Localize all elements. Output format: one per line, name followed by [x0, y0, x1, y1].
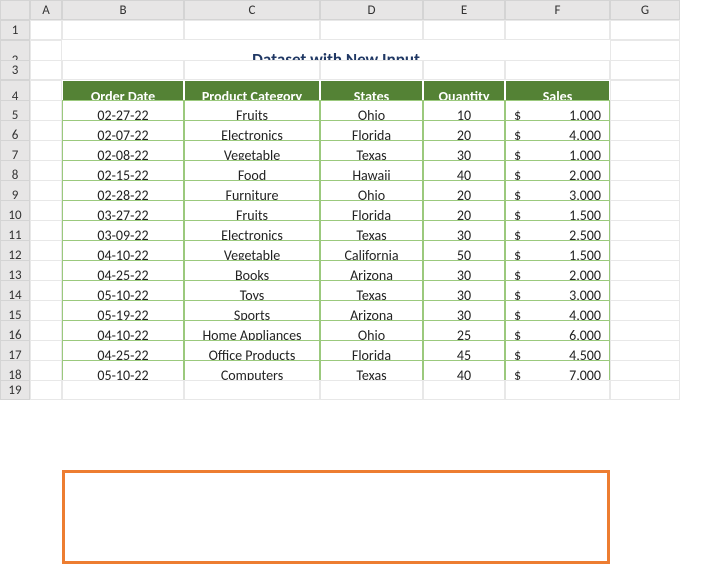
col-header-C[interactable]: C — [184, 0, 320, 20]
cell-C3[interactable] — [184, 60, 320, 80]
col-header-B[interactable]: B — [62, 0, 184, 20]
cell-row19-col6[interactable] — [610, 380, 680, 400]
cell-row19-col1[interactable] — [62, 380, 184, 400]
cell-E1[interactable] — [423, 20, 505, 40]
cell-row19-col4[interactable] — [423, 380, 505, 400]
cell-row19-col5[interactable] — [505, 380, 610, 400]
col-header-F[interactable]: F — [505, 0, 610, 20]
highlight-new-rows — [62, 470, 610, 564]
cell-B1[interactable] — [62, 20, 184, 40]
cell-E3[interactable] — [423, 60, 505, 80]
cell-F1[interactable] — [505, 20, 610, 40]
cell-G1[interactable] — [610, 20, 680, 40]
cell-row19-col0[interactable] — [30, 380, 62, 400]
col-header-A[interactable]: A — [30, 0, 62, 20]
cell-D3[interactable] — [320, 60, 423, 80]
row-header-3[interactable]: 3 — [0, 60, 30, 80]
row-header-19[interactable]: 19 — [0, 380, 30, 400]
cell-G3[interactable] — [610, 60, 680, 80]
col-header-D[interactable]: D — [320, 0, 423, 20]
cell-D1[interactable] — [320, 20, 423, 40]
corner-cell[interactable] — [0, 0, 30, 20]
col-header-E[interactable]: E — [423, 0, 505, 20]
row-header-1[interactable]: 1 — [0, 20, 30, 40]
cell-row19-col3[interactable] — [320, 380, 423, 400]
cell-A1[interactable] — [30, 20, 62, 40]
col-header-G[interactable]: G — [610, 0, 680, 20]
cell-C1[interactable] — [184, 20, 320, 40]
spreadsheet-grid: A B C D E F G 1 2 Dataset with New Input… — [0, 0, 711, 400]
cell-F3[interactable] — [505, 60, 610, 80]
cell-row19-col2[interactable] — [184, 380, 320, 400]
cell-A3[interactable] — [30, 60, 62, 80]
cell-B3[interactable] — [62, 60, 184, 80]
